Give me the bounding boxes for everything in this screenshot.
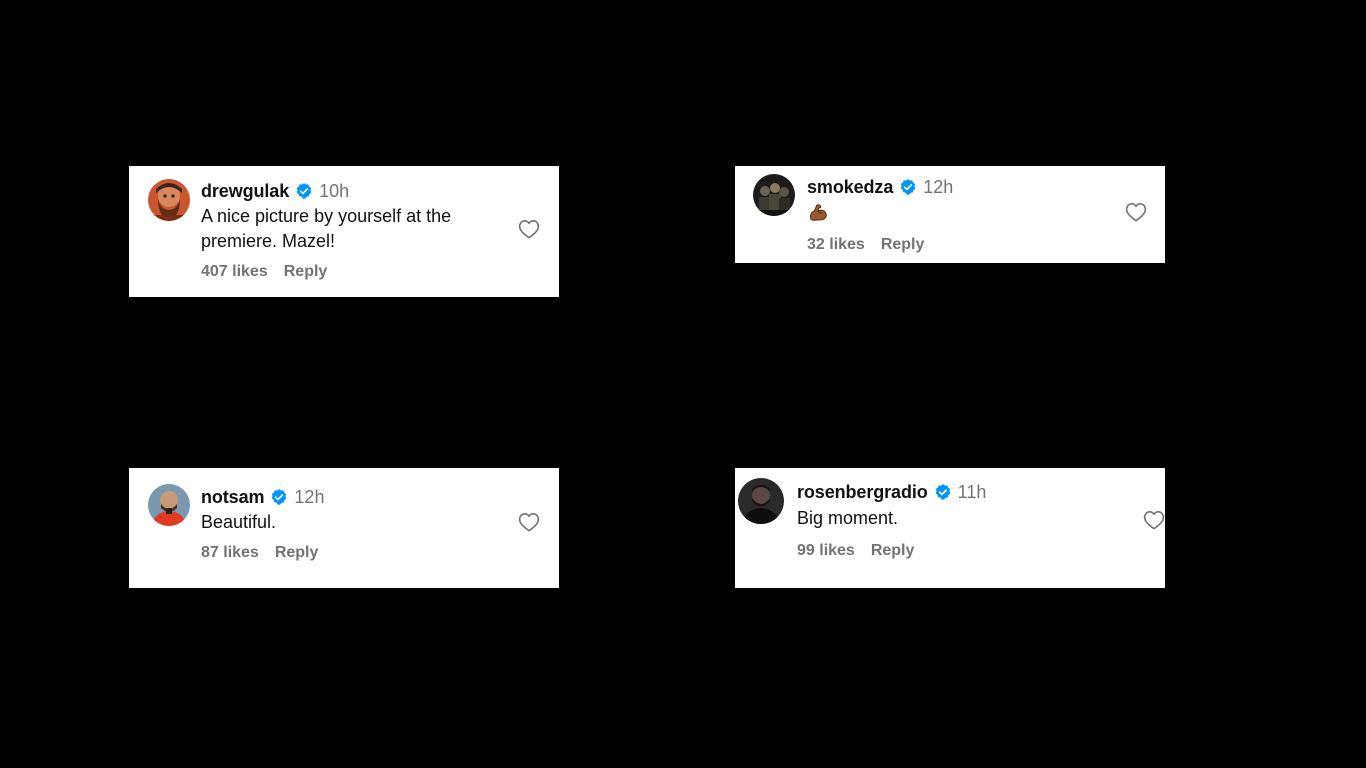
reply-button[interactable]: Reply: [275, 544, 319, 562]
likes-count[interactable]: 407 likes: [201, 263, 268, 281]
comment-text-line: A nice picture by yourself at the: [201, 206, 452, 226]
reply-button[interactable]: Reply: [284, 263, 328, 281]
heart-outline-icon[interactable]: [1125, 202, 1147, 222]
reply-button[interactable]: Reply: [871, 542, 915, 560]
comment-card-drewgulak: drewgulak 10h A nice picture by yourself…: [129, 166, 559, 297]
comment-meta: 99 likes Reply: [797, 542, 986, 560]
comment-text: Beautiful.: [201, 512, 277, 532]
comment-meta: 32 likes Reply: [807, 236, 953, 254]
comment-meta: 407 likes Reply: [201, 263, 451, 281]
timestamp[interactable]: 12h: [294, 487, 324, 508]
comment-body: drewgulak 10h A nice picture by yourself…: [201, 179, 451, 281]
comment-card-rosenbergradio: rosenbergradio 11h Big moment. 99 likes …: [735, 468, 1165, 588]
timestamp[interactable]: 11h: [958, 482, 987, 503]
comment-meta: 87 likes Reply: [201, 544, 324, 562]
heart-outline-icon[interactable]: [518, 512, 540, 532]
likes-count[interactable]: 99 likes: [797, 542, 855, 560]
comment-text: A nice picture by yourself at the premie…: [201, 204, 451, 254]
verified-badge-icon: [295, 182, 313, 200]
comment-text: Big moment.: [797, 508, 899, 528]
comment-body: smokedza 12h 32 likes Reply: [807, 175, 953, 254]
username[interactable]: smokedza: [807, 177, 893, 198]
timestamp[interactable]: 10h: [319, 181, 349, 202]
flexed-biceps-emoji: [807, 201, 829, 223]
avatar[interactable]: [148, 484, 190, 526]
comment-header: notsam 12h: [201, 485, 324, 509]
comment-card-notsam: notsam 12h Beautiful. 87 likes Reply: [129, 468, 559, 588]
comment-header: drewgulak 10h: [201, 179, 451, 203]
comment-card-smokedza: smokedza 12h 32 likes Reply: [735, 166, 1165, 263]
verified-badge-icon: [270, 488, 288, 506]
verified-badge-icon: [934, 483, 952, 501]
username[interactable]: drewgulak: [201, 181, 289, 202]
comments-collage: drewgulak 10h A nice picture by yourself…: [0, 0, 1366, 768]
reply-button[interactable]: Reply: [881, 236, 925, 254]
heart-outline-icon[interactable]: [1143, 510, 1165, 530]
likes-count[interactable]: 87 likes: [201, 544, 259, 562]
avatar[interactable]: [148, 179, 190, 221]
avatar[interactable]: [753, 174, 795, 216]
comment-body: notsam 12h Beautiful. 87 likes Reply: [201, 485, 324, 562]
comment-header: rosenbergradio 11h: [797, 480, 986, 504]
heart-outline-icon[interactable]: [518, 219, 540, 239]
verified-badge-icon: [899, 178, 917, 196]
username[interactable]: rosenbergradio: [797, 482, 928, 503]
comment-text-line: premiere. Mazel!: [201, 231, 336, 251]
avatar[interactable]: [738, 478, 784, 524]
likes-count[interactable]: 32 likes: [807, 236, 865, 254]
username[interactable]: notsam: [201, 487, 265, 508]
comment-body: rosenbergradio 11h Big moment. 99 likes …: [797, 480, 986, 560]
comment-header: smokedza 12h: [807, 175, 953, 199]
timestamp[interactable]: 12h: [923, 177, 953, 198]
